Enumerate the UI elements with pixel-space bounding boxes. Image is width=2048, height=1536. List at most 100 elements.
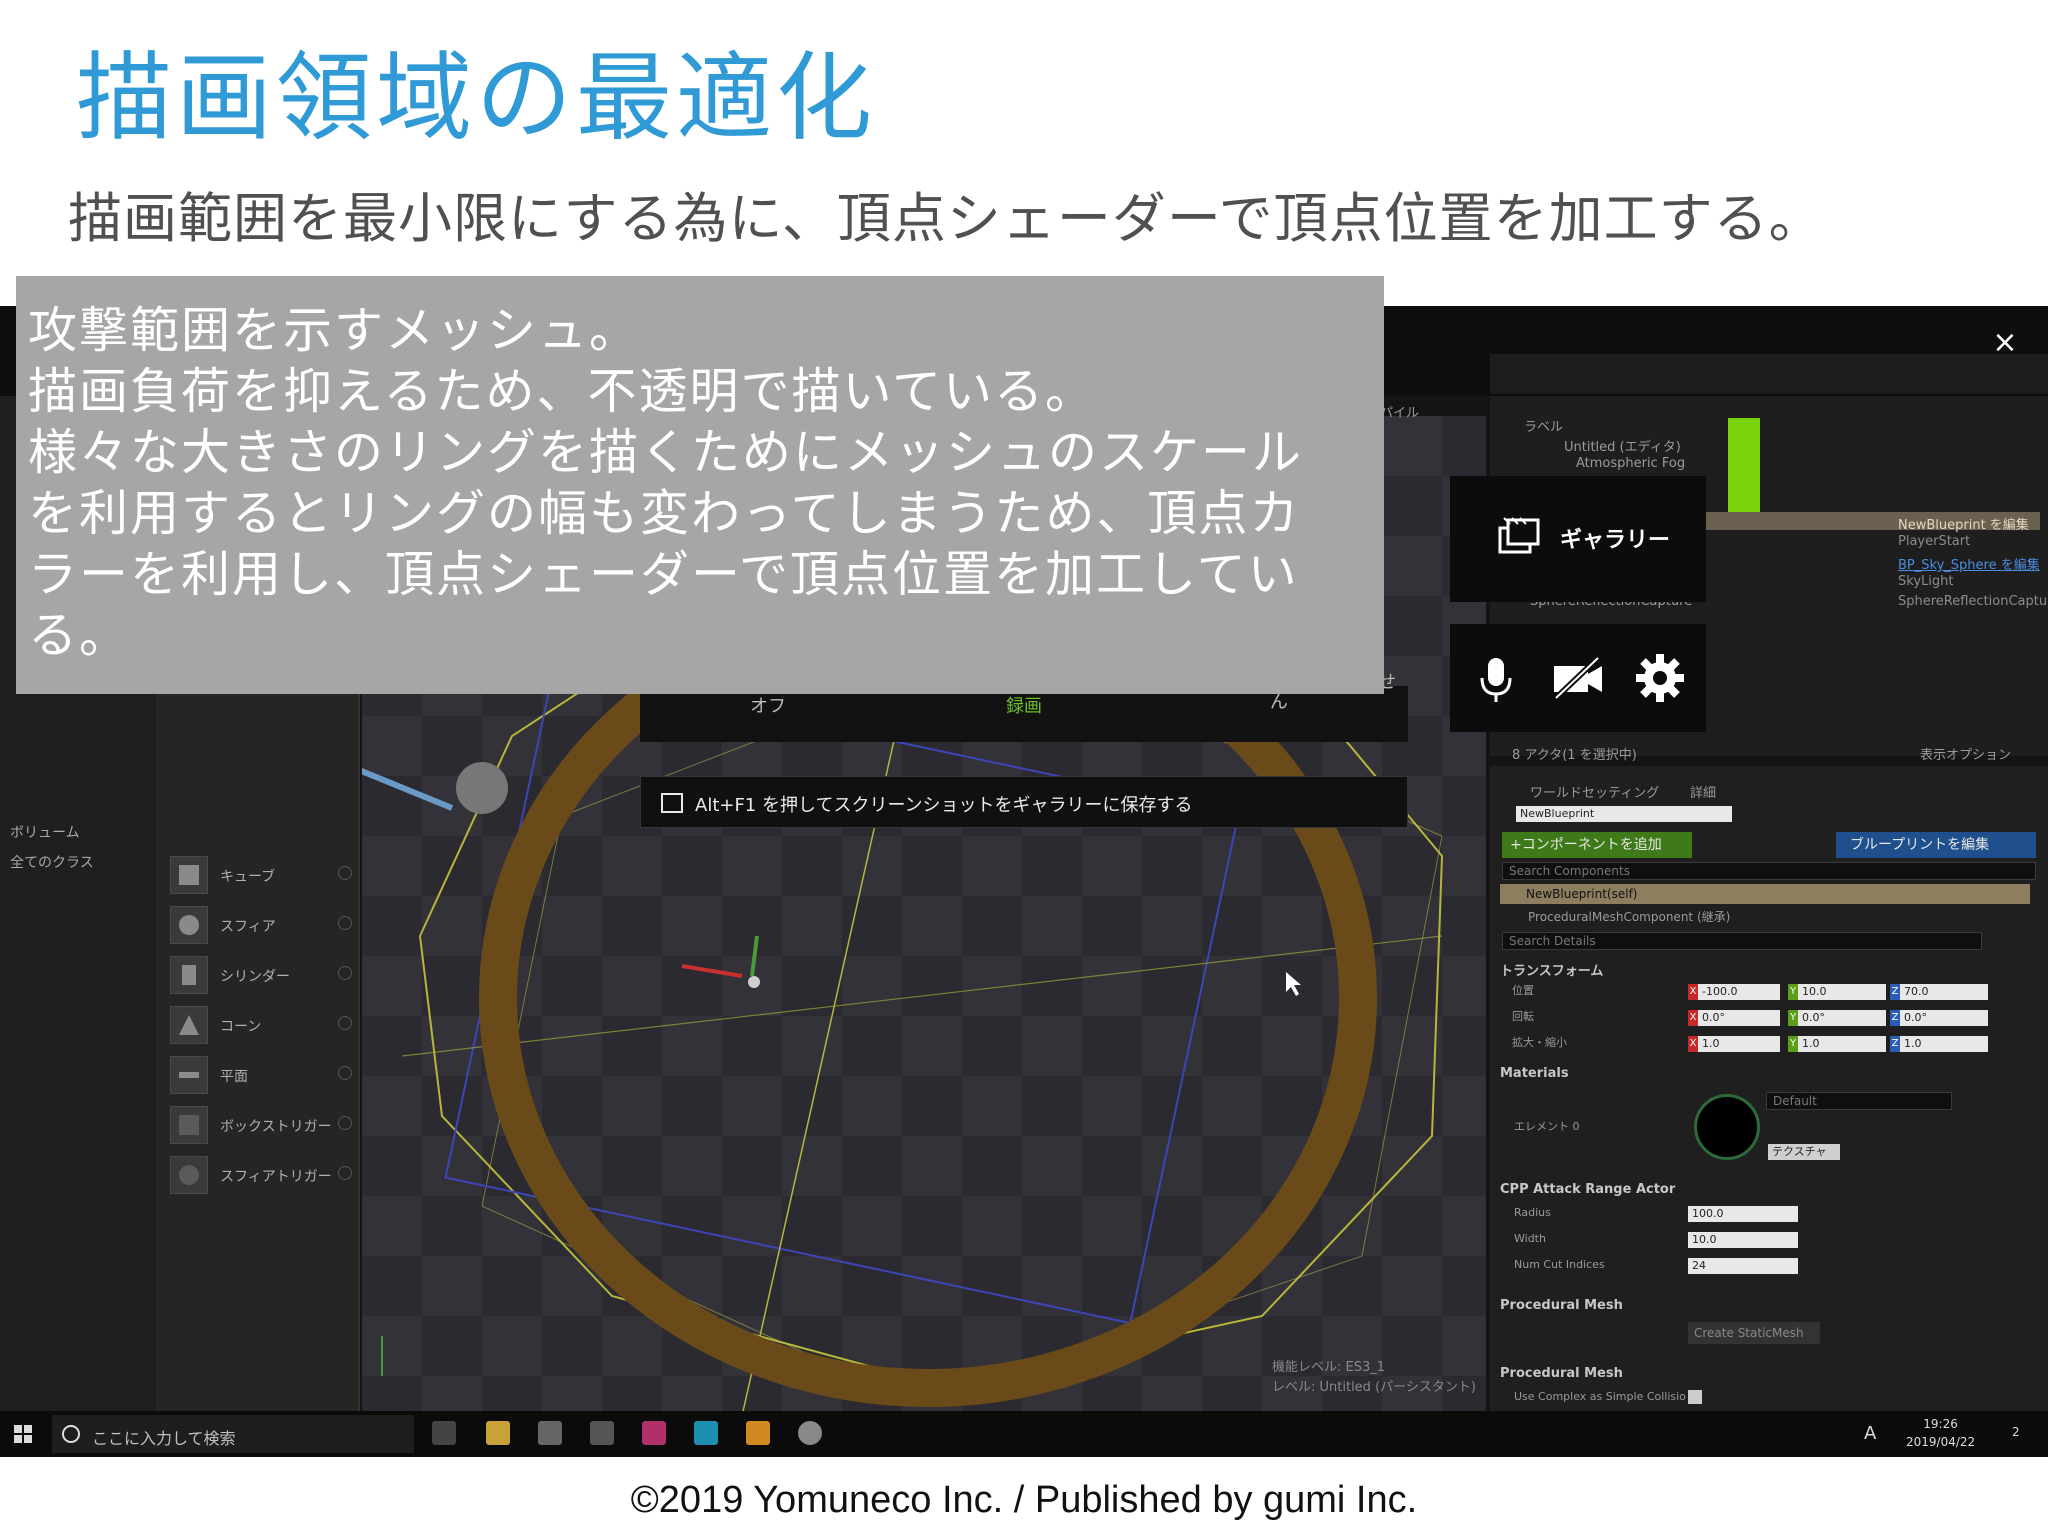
use-complex-label: Use Complex as Simple Collisio	[1514, 1390, 1686, 1403]
tab-world-settings[interactable]: ワールドセッティング	[1530, 782, 1659, 801]
capture-off-label[interactable]: オフ	[750, 692, 786, 718]
x-axis-tag: X	[1688, 1036, 1698, 1052]
grid-line	[401, 935, 1443, 1057]
location-label[interactable]: 位置	[1512, 982, 1534, 998]
location-y-field[interactable]: 10.0	[1798, 984, 1886, 1000]
app-icon[interactable]	[746, 1421, 770, 1445]
procedural-mesh-header-2[interactable]: Procedural Mesh	[1500, 1366, 1623, 1381]
y-axis-tag: Y	[1788, 1010, 1798, 1026]
scale-z-field[interactable]: 1.0	[1900, 1036, 1988, 1052]
notification-count[interactable]: 2	[2012, 1425, 2020, 1439]
actor-name-field[interactable]: NewBlueprint	[1516, 806, 1732, 822]
create-staticmesh-button[interactable]: Create StaticMesh	[1688, 1322, 1820, 1344]
component-procmesh-row[interactable]: ProceduralMeshComponent (継承)	[1528, 908, 1730, 925]
width-label: Width	[1514, 1232, 1546, 1245]
use-complex-checkbox[interactable]	[1688, 1390, 1702, 1404]
location-x-field[interactable]: -100.0	[1698, 984, 1780, 1000]
width-field[interactable]: 10.0	[1688, 1232, 1798, 1248]
location-z-field[interactable]: 70.0	[1900, 984, 1988, 1000]
tab-details[interactable]: 詳細	[1690, 782, 1716, 801]
radius-field[interactable]: 100.0	[1688, 1206, 1798, 1222]
help-icon[interactable]	[338, 1166, 352, 1180]
add-component-button[interactable]: +コンポーネントを追加	[1502, 832, 1692, 858]
edit-newblueprint-link[interactable]: NewBlueprint を編集	[1898, 514, 2029, 533]
search-components-input[interactable]: Search Components	[1502, 862, 2036, 880]
help-icon[interactable]	[338, 966, 352, 980]
gear-icon[interactable]	[1632, 650, 1688, 706]
material-thumbnail[interactable]	[1694, 1094, 1760, 1160]
level-name-text: レベル: Untitled (パーシスタント)	[1272, 1380, 1476, 1395]
x-axis-tag: X	[1688, 984, 1698, 1000]
annotation-line: 描画負荷を抑えるため、不透明で描いている。	[28, 363, 1097, 420]
annotation-line: 攻撃範囲を示すメッシュ。	[28, 302, 641, 359]
materials-header[interactable]: Materials	[1500, 1066, 1569, 1081]
shape-item-cone[interactable]: コーン	[164, 1004, 354, 1048]
view-options-button[interactable]: 表示オプション	[1920, 744, 2011, 763]
shape-item-box-trigger[interactable]: ボックストリガー	[164, 1104, 354, 1148]
outliner-row-untitled[interactable]: Untitled (エディタ)	[1564, 436, 1681, 455]
scale-x-field[interactable]: 1.0	[1698, 1036, 1780, 1052]
outliner-label-column[interactable]: ラベル	[1524, 416, 1563, 435]
rotation-y-field[interactable]: 0.0°	[1798, 1010, 1886, 1026]
help-icon[interactable]	[338, 866, 352, 880]
shape-item-sphere[interactable]: スフィア	[164, 904, 354, 948]
record-label[interactable]: 録画	[1006, 692, 1042, 718]
procedural-mesh-header-1[interactable]: Procedural Mesh	[1500, 1298, 1623, 1313]
taskbar-clock[interactable]: 19:26 2019/04/22	[1906, 1415, 1975, 1451]
app-icon[interactable]	[538, 1421, 562, 1445]
compile-label[interactable]: パイル	[1380, 402, 1419, 421]
camera-off-icon[interactable]	[1550, 650, 1606, 706]
shape-item-sphere-trigger[interactable]: スフィアトリガー	[164, 1154, 354, 1198]
app-icon[interactable]	[694, 1421, 718, 1445]
rotation-x-field[interactable]: 0.0°	[1698, 1010, 1780, 1026]
texture-dropdown[interactable]: テクスチャ	[1768, 1144, 1840, 1160]
taskbar-search[interactable]: ここに入力して検索	[52, 1415, 414, 1453]
unreal-engine-icon[interactable]	[798, 1421, 822, 1445]
num-cut-label: Num Cut Indices	[1514, 1258, 1605, 1271]
slide-title: 描画領域の最適化	[76, 42, 876, 154]
outliner-type-reflection: SphereReflectionCapture	[1898, 594, 2048, 609]
category-all-classes[interactable]: 全てのクラス	[10, 852, 94, 872]
gizmo-x-axis	[681, 964, 743, 978]
transform-header[interactable]: トランスフォーム	[1500, 960, 1603, 979]
help-icon[interactable]	[338, 916, 352, 930]
rotation-z-field[interactable]: 0.0°	[1900, 1010, 1988, 1026]
ime-indicator[interactable]: A	[1864, 1423, 1876, 1444]
windows-taskbar: ここに入力して検索 A 19:26 2019/04/22 2	[0, 1411, 2048, 1457]
radius-label: Radius	[1514, 1206, 1551, 1219]
help-icon[interactable]	[338, 1016, 352, 1030]
annotation-line: ラーを利用し、頂点シェーダーで頂点位置を加工してい	[28, 546, 1299, 603]
outliner-row-fog[interactable]: Atmospheric Fog	[1576, 456, 1685, 471]
close-icon[interactable]: ×	[1990, 328, 2020, 358]
cpp-attack-range-header[interactable]: CPP Attack Range Actor	[1500, 1182, 1675, 1197]
task-view-icon[interactable]	[432, 1421, 456, 1445]
scale-y-field[interactable]: 1.0	[1798, 1036, 1886, 1052]
windows-start-icon[interactable]	[14, 1425, 32, 1443]
shape-item-cylinder[interactable]: シリンダー	[164, 954, 354, 998]
help-icon[interactable]	[338, 1116, 352, 1130]
gizmo-pivot	[748, 976, 760, 988]
shape-item-plane[interactable]: 平面	[164, 1054, 354, 1098]
help-icon[interactable]	[338, 1066, 352, 1080]
search-details-input[interactable]: Search Details	[1502, 932, 1982, 950]
y-axis-tag: Y	[1788, 984, 1798, 1000]
z-axis-tag: Z	[1890, 1010, 1900, 1026]
rotation-label[interactable]: 回転	[1512, 1008, 1534, 1024]
cube-icon	[170, 856, 208, 894]
outliner-type-playerstart: PlayerStart	[1898, 534, 1971, 549]
category-volume[interactable]: ボリューム	[10, 822, 80, 842]
explorer-icon[interactable]	[486, 1421, 510, 1445]
gallery-button[interactable]: ギャラリー	[1450, 476, 1706, 602]
component-self-row[interactable]: NewBlueprint(self)	[1500, 884, 2030, 904]
num-cut-field[interactable]: 24	[1688, 1258, 1798, 1274]
slack-icon[interactable]	[642, 1421, 666, 1445]
scale-label[interactable]: 拡大・縮小	[1512, 1034, 1567, 1050]
material-select[interactable]: Default	[1766, 1092, 1952, 1110]
microphone-icon[interactable]	[1468, 650, 1524, 706]
shape-item-cube[interactable]: キューブ	[164, 854, 354, 898]
app-icon[interactable]	[590, 1421, 614, 1445]
annotation-line: を利用するとリングの幅も変わってしまうため、頂点カ	[28, 485, 1301, 542]
edit-blueprint-button[interactable]: ブループリントを編集	[1836, 832, 2036, 858]
edit-sky-sphere-link[interactable]: BP_Sky_Sphere を編集	[1898, 554, 2040, 573]
slide-subtitle: 描画範囲を最小限にする為に、頂点シェーダーで頂点位置を加工する。	[68, 187, 1824, 250]
